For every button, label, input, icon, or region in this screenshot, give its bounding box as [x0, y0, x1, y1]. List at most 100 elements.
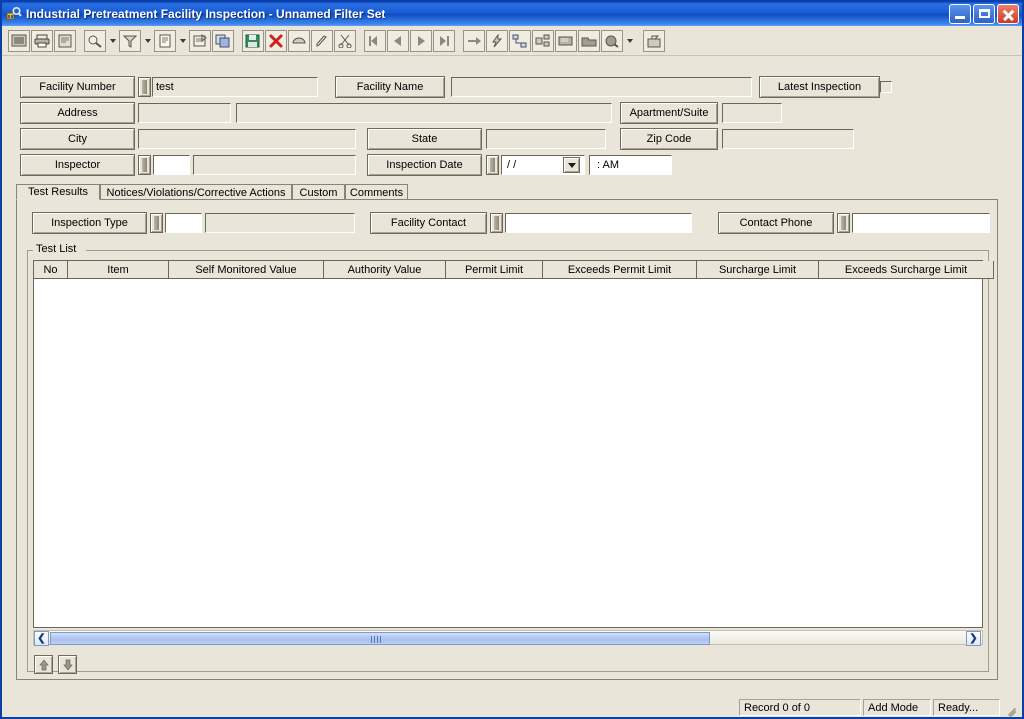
facility-contact-spinner[interactable] — [490, 213, 503, 233]
scroll-right-button[interactable]: ❯ — [966, 631, 981, 646]
print-icon[interactable] — [31, 29, 53, 52]
address-number-input[interactable] — [138, 103, 231, 123]
facility-contact-button[interactable]: Facility Contact — [370, 212, 487, 234]
facility-number-spinner[interactable] — [138, 77, 151, 97]
report-icon[interactable] — [154, 29, 176, 52]
table-header-row: No Item Self Monitored Value Authority Valu… — [34, 261, 994, 279]
cut-icon[interactable] — [334, 29, 356, 52]
state-input[interactable] — [486, 129, 606, 149]
title-bar: Industrial Pretreatment Facility Inspect… — [2, 2, 1022, 26]
inspector-button[interactable]: Inspector — [20, 154, 135, 176]
groupbox-top-right-rule — [86, 250, 989, 251]
refresh-icon[interactable] — [288, 29, 310, 52]
city-button[interactable]: City — [20, 128, 135, 150]
filter-icon[interactable] — [119, 29, 141, 52]
app-icon — [6, 6, 22, 22]
inspection-type-button[interactable]: Inspection Type — [32, 212, 147, 234]
latest-inspection-checkbox[interactable] — [880, 81, 892, 93]
tab-notices-violations[interactable]: Notices/Violations/Corrective Actions — [100, 184, 292, 200]
first-record-icon[interactable] — [364, 29, 386, 52]
tab-strip: Test Results Notices/Violations/Correcti… — [16, 184, 1012, 200]
test-list-table[interactable]: No Item Self Monitored Value Authority Valu… — [33, 260, 994, 628]
test-list-label: Test List — [34, 243, 79, 255]
help-icon[interactable] — [601, 29, 623, 52]
hierarchy-icon[interactable] — [509, 29, 531, 52]
address-button[interactable]: Address — [20, 102, 135, 124]
tab-custom[interactable]: Custom — [292, 184, 345, 200]
previous-record-icon[interactable] — [387, 29, 409, 52]
tab-test-results[interactable]: Test Results — [16, 184, 100, 200]
apartment-suite-button[interactable]: Apartment/Suite — [620, 102, 718, 124]
scroll-left-button[interactable]: ❮ — [34, 631, 49, 646]
tab-panel-test-results: Inspection Type Facility Contact Contact… — [16, 199, 998, 680]
move-down-button[interactable] — [58, 655, 77, 674]
inspector-code-input[interactable] — [153, 155, 190, 175]
window-controls — [949, 4, 1019, 24]
preview-icon[interactable] — [54, 29, 76, 52]
thumb-grip-4 — [380, 636, 381, 643]
table-column-header[interactable]: No — [34, 261, 68, 279]
maximize-button[interactable] — [973, 4, 995, 24]
report-dropdown-arrow[interactable] — [177, 30, 188, 52]
lightning-icon[interactable] — [486, 29, 508, 52]
table-column-header[interactable]: Item — [68, 261, 169, 279]
inspection-date-dropdown-button[interactable] — [563, 157, 580, 173]
table-column-header[interactable]: Permit Limit — [446, 261, 543, 279]
resize-grip[interactable] — [1006, 701, 1020, 718]
export-icon[interactable] — [643, 29, 665, 52]
facility-name-button[interactable]: Facility Name — [335, 76, 445, 98]
table-column-header[interactable]: Exceeds Surcharge Limit — [819, 261, 994, 279]
facility-number-input[interactable]: test — [152, 77, 318, 97]
properties-icon[interactable] — [189, 29, 211, 52]
edit-icon[interactable] — [311, 29, 333, 52]
screen-icon[interactable] — [8, 29, 30, 52]
inspector-name-input[interactable] — [193, 155, 356, 175]
status-state-panel: Ready... — [933, 699, 1000, 716]
inspection-type-spinner[interactable] — [150, 213, 163, 233]
minimize-button[interactable] — [949, 4, 971, 24]
inspection-date-spinner[interactable] — [486, 155, 499, 175]
delete-icon[interactable] — [265, 29, 287, 52]
table-column-header[interactable]: Self Monitored Value — [169, 261, 324, 279]
tab-comments[interactable]: Comments — [345, 184, 408, 200]
zip-code-button[interactable]: Zip Code — [620, 128, 718, 150]
find-dropdown-arrow[interactable] — [107, 30, 118, 52]
goto-icon[interactable] — [463, 29, 485, 52]
latest-inspection-button[interactable]: Latest Inspection — [759, 76, 880, 98]
table-column-header[interactable]: Authority Value — [324, 261, 446, 279]
city-input[interactable] — [138, 129, 356, 149]
facility-number-button[interactable]: Facility Number — [20, 76, 135, 98]
zip-code-input[interactable] — [722, 129, 854, 149]
toolbar-separator-5 — [636, 30, 643, 52]
notes-icon[interactable] — [555, 29, 577, 52]
inspection-type-input[interactable] — [205, 213, 355, 233]
folder-icon[interactable] — [578, 29, 600, 52]
table-column-header[interactable]: Exceeds Permit Limit — [543, 261, 697, 279]
facility-name-input[interactable] — [451, 77, 752, 97]
state-button[interactable]: State — [367, 128, 482, 150]
table-column-header[interactable]: Surcharge Limit — [697, 261, 819, 279]
layout-icon[interactable] — [532, 29, 554, 52]
contact-phone-spinner[interactable] — [837, 213, 850, 233]
table-hscrollbar-thumb[interactable] — [50, 632, 710, 645]
close-button[interactable] — [997, 4, 1019, 24]
help-dropdown-arrow[interactable] — [624, 30, 635, 52]
inspection-date-button[interactable]: Inspection Date — [367, 154, 482, 176]
next-record-icon[interactable] — [410, 29, 432, 52]
inspection-time-input[interactable]: : AM — [589, 155, 672, 175]
save-icon[interactable] — [242, 29, 264, 52]
arrow-down-icon — [62, 659, 73, 671]
filter-dropdown-arrow[interactable] — [142, 30, 153, 52]
copy-icon[interactable] — [212, 29, 234, 52]
move-up-button[interactable] — [34, 655, 53, 674]
inspector-spinner[interactable] — [138, 155, 151, 175]
last-record-icon[interactable] — [433, 29, 455, 52]
inspection-type-code-input[interactable] — [165, 213, 202, 233]
address-street-input[interactable] — [236, 103, 612, 123]
contact-phone-button[interactable]: Contact Phone — [718, 212, 834, 234]
contact-phone-input[interactable] — [852, 213, 990, 233]
facility-contact-input[interactable] — [505, 213, 692, 233]
arrow-up-icon — [38, 658, 49, 670]
find-icon[interactable] — [84, 29, 106, 52]
apartment-suite-input[interactable] — [722, 103, 782, 123]
